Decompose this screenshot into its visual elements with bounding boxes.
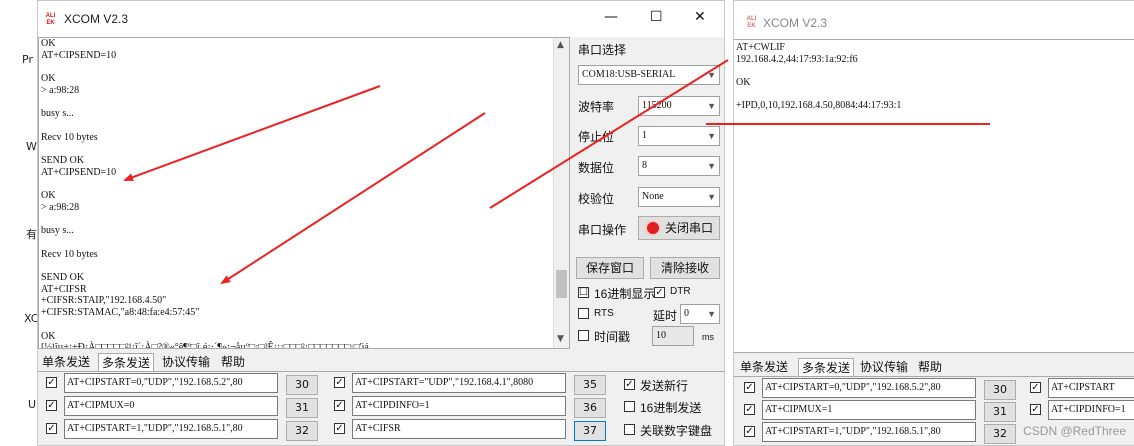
arrow-to-cifsr: [220, 112, 486, 285]
annotation-arrows: [123, 59, 990, 285]
csdn-watermark: CSDN @RedThree: [1023, 424, 1126, 438]
arrow-to-cwlif: [489, 59, 729, 209]
arrow-to-cipsend: [123, 85, 381, 181]
